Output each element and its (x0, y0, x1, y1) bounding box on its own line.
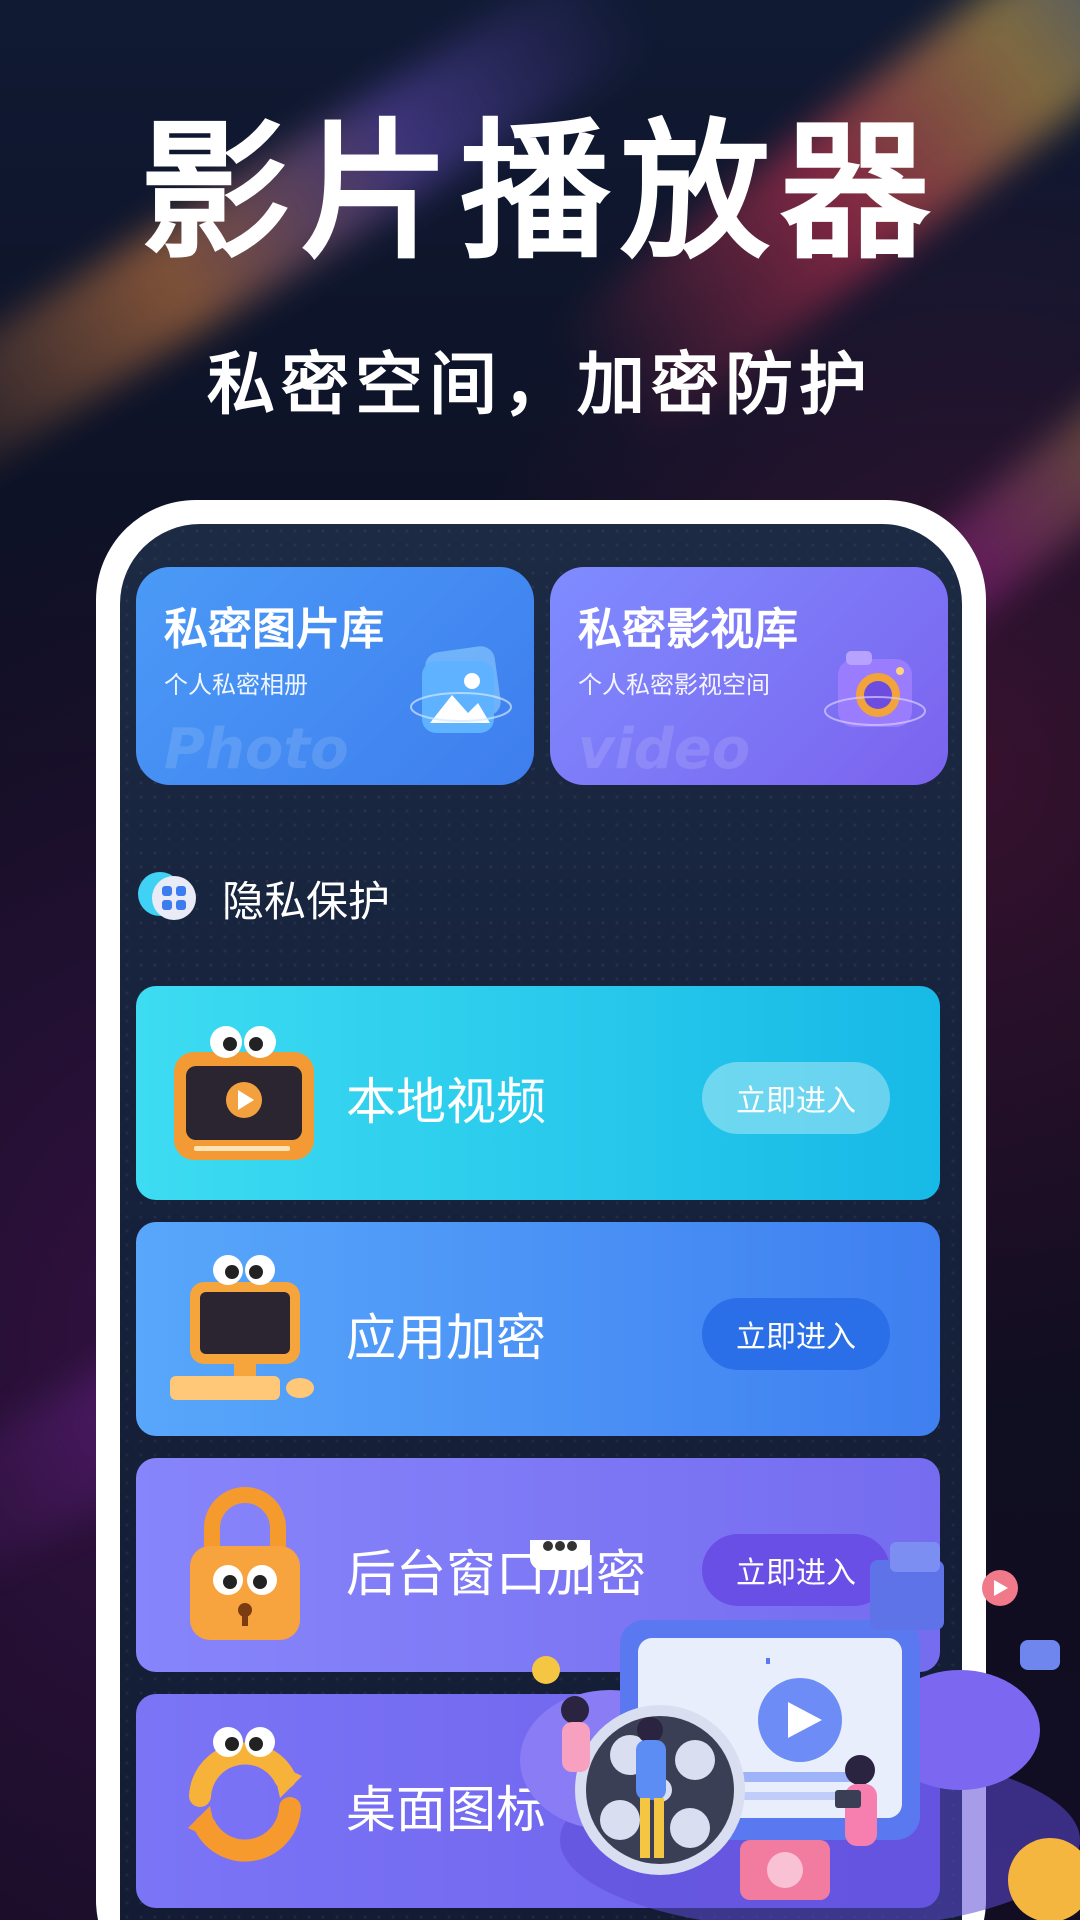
section-title: 隐私保护 (222, 876, 391, 926)
apps-grid-icon (138, 872, 196, 920)
card-subtitle: 个人私密影视空间 (578, 671, 770, 699)
private-photo-library-card[interactable]: 私密图片库 个人私密相册 Photo (136, 567, 534, 785)
cinema-illustration (520, 1540, 1080, 1920)
photo-gallery-icon (410, 646, 512, 733)
app-lock-row[interactable]: 应用加密 立即进入 (136, 1222, 940, 1436)
feature-label: 应用加密 (346, 1309, 546, 1367)
promo-headline: 影片播放器 (139, 106, 940, 280)
padlock-icon (190, 1487, 300, 1640)
enter-button[interactable]: 立即进入 (702, 1298, 890, 1370)
refresh-arrows-icon (188, 1727, 302, 1862)
card-title: 私密影视库 (578, 604, 798, 655)
promo-subline: 私密空间，加密防护 (206, 346, 873, 425)
card-watermark: Photo (164, 717, 349, 782)
feature-label: 本地视频 (346, 1073, 546, 1131)
card-subtitle: 个人私密相册 (164, 671, 308, 699)
camera-icon (824, 651, 926, 727)
card-watermark: video (578, 717, 751, 782)
computer-icon (170, 1255, 314, 1400)
local-video-row[interactable]: 本地视频 立即进入 (136, 986, 940, 1200)
private-video-library-card[interactable]: 私密影视库 个人私密影视空间 video (550, 567, 948, 785)
enter-button[interactable]: 立即进入 (702, 1062, 890, 1134)
video-player-icon (174, 1026, 314, 1160)
card-title: 私密图片库 (164, 604, 384, 655)
privacy-protection-header: 隐私保护 (136, 868, 390, 928)
